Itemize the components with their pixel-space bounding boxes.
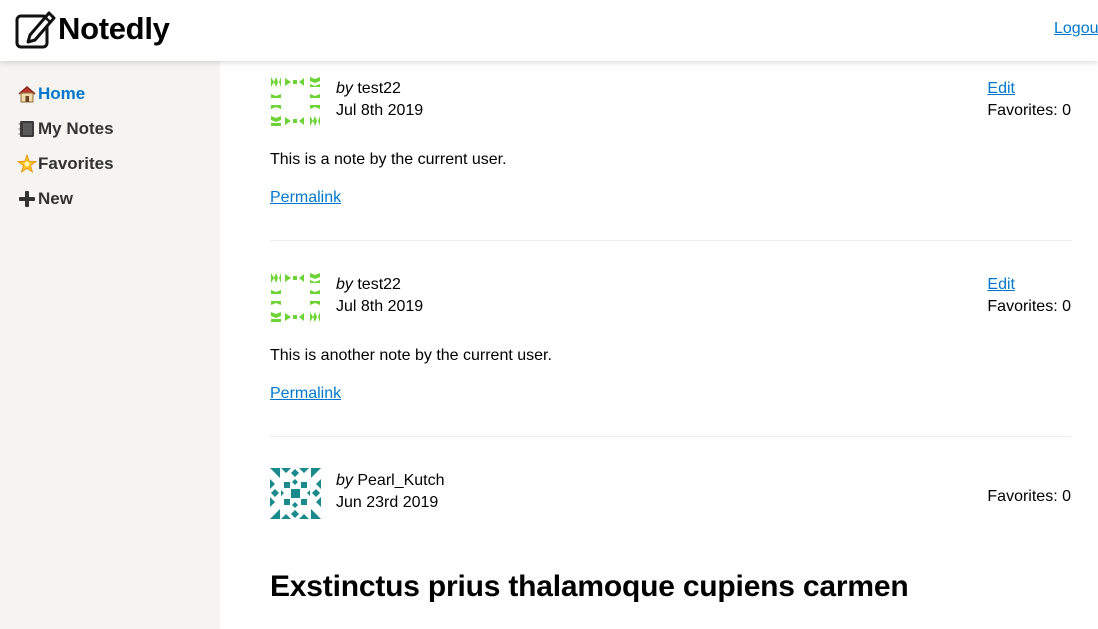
by-label: by (336, 472, 353, 489)
note-meta: by Pearl_Kutch Jun 23rd 2019 (336, 470, 445, 514)
plus-icon (16, 188, 38, 210)
favorites-count: Favorites: 0 (987, 102, 1071, 119)
main-content: by test22 Jul 8th 2019 Edit Favorites: 0… (220, 61, 1098, 629)
note-date: Jul 8th 2019 (336, 102, 424, 119)
sidebar-item-label: New (38, 189, 73, 208)
sidebar-item-home[interactable]: Home (16, 83, 85, 105)
logout-link[interactable]: Logout (1054, 20, 1098, 38)
favorites-count: Favorites: 0 (987, 488, 1071, 505)
note-date: Jun 23rd 2019 (336, 494, 439, 511)
user-avatar (270, 468, 321, 519)
note-actions: Favorites: 0 (987, 486, 1071, 508)
note-author: test22 (357, 276, 401, 293)
note-content: This is another note by the current user… (270, 347, 552, 364)
sidebar-item-my-notes[interactable]: My Notes (16, 118, 114, 140)
note-meta: by test22 Jul 8th 2019 (336, 274, 423, 318)
note-actions: Edit Favorites: 0 (987, 78, 1071, 122)
note-content: This is a note by the current user. (270, 151, 507, 168)
edit-link[interactable]: Edit (987, 274, 1071, 296)
app-title: Notedly (58, 11, 170, 46)
note-author: Pearl_Kutch (357, 472, 445, 489)
permalink-link[interactable]: Permalink (270, 189, 341, 207)
note-actions: Edit Favorites: 0 (987, 274, 1071, 318)
sidebar-item-label: My Notes (38, 119, 114, 138)
sidebar-item-label: Favorites (38, 154, 114, 173)
house-icon (16, 83, 38, 105)
sidebar: Home My Notes Favorites New (0, 61, 220, 629)
user-avatar (271, 77, 320, 126)
note-date: Jul 8th 2019 (336, 298, 424, 315)
by-label: by (336, 276, 353, 293)
note-heading: Exstinctus prius thalamoque cupiens carm… (270, 570, 909, 603)
pencil-note-icon (15, 11, 56, 49)
favorites-count: Favorites: 0 (987, 298, 1071, 315)
notebook-icon (16, 118, 38, 140)
by-label: by (336, 80, 353, 97)
note-author: test22 (357, 80, 401, 97)
sidebar-item-label: Home (38, 84, 86, 103)
app-header: Notedly Logout (0, 0, 1098, 61)
sidebar-item-favorites[interactable]: Favorites (16, 153, 114, 175)
edit-link[interactable]: Edit (987, 78, 1071, 100)
sidebar-item-new[interactable]: New (16, 188, 73, 210)
note-meta: by test22 Jul 8th 2019 (336, 78, 423, 122)
note-divider (270, 240, 1071, 241)
app-logo[interactable]: Notedly (14, 8, 170, 50)
permalink-link[interactable]: Permalink (270, 385, 341, 403)
user-avatar (271, 273, 320, 322)
star-icon (16, 153, 38, 175)
note-divider (270, 436, 1071, 437)
